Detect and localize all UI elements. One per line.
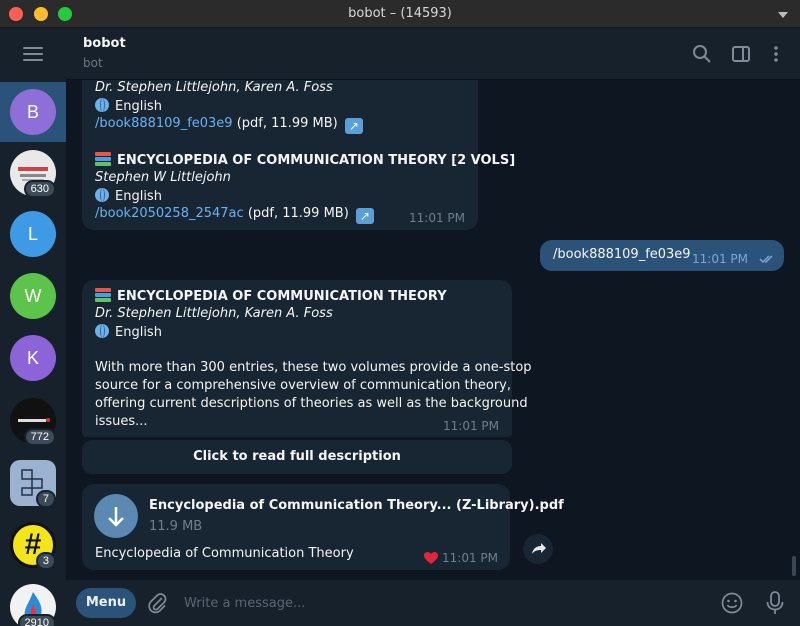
chat-title[interactable]: bobot: [83, 36, 126, 51]
read-full-description-button[interactable]: Click to read full description: [82, 440, 512, 474]
book-link-row: /book888109_fe03e9 (pdf, 11.99 MB) ↗: [95, 116, 363, 134]
bot-menu-button[interactable]: Menu: [76, 588, 136, 618]
window-menu-chevron-icon[interactable]: [778, 12, 788, 18]
unread-badge: 630: [23, 180, 56, 198]
message-text: /book888109_fe03e9: [553, 247, 691, 262]
hamburger-menu-icon[interactable]: [23, 47, 43, 61]
globe-icon: [95, 188, 109, 202]
forward-arrow-icon: [532, 543, 546, 554]
heart-reaction-icon[interactable]: [424, 552, 438, 565]
description-line: offering current descriptions of theorie…: [95, 396, 528, 411]
file-size: 11.9 MB: [149, 519, 203, 534]
file-name[interactable]: Encyclopedia of Communication Theory... …: [149, 498, 564, 513]
message-input[interactable]: [184, 594, 704, 612]
message-language: English: [95, 98, 162, 114]
chat-item-b[interactable]: B: [10, 89, 56, 135]
description-line: With more than 300 entries, these two vo…: [95, 360, 532, 375]
microphone-icon[interactable]: [765, 591, 785, 615]
incoming-message-bubble: Dr. Stephen Littlejohn, Karen A. Foss En…: [82, 80, 515, 230]
download-arrow-icon: [108, 507, 124, 527]
chat-item-7[interactable]: 7: [10, 460, 56, 508]
chat-item-9[interactable]: 2910: [10, 584, 56, 626]
message-time: 11:01 PM: [692, 252, 748, 266]
telegram-window: bobot – (14593) B 630 L W K 772 7 # 3 29…: [0, 0, 800, 626]
chat-item-6[interactable]: 772: [10, 398, 56, 446]
message-time: 11:01 PM: [442, 551, 498, 565]
avatar: K: [10, 335, 56, 381]
chat-item-k[interactable]: K: [10, 335, 56, 381]
avatar: B: [10, 89, 56, 135]
unread-badge: 7: [35, 490, 56, 508]
title-bar: bobot – (14593): [0, 0, 800, 28]
message-composer: Menu: [66, 580, 800, 626]
unread-badge: 2910: [17, 614, 56, 626]
open-link-arrow-icon[interactable]: ↗: [355, 208, 374, 224]
chat-header: bobot bot: [66, 28, 800, 80]
book-link-row: /book2050258_2547ac (pdf, 11.99 MB) ↗: [95, 206, 374, 224]
open-link-arrow-icon[interactable]: ↗: [344, 118, 363, 134]
message-language: English: [95, 188, 162, 204]
message-language: English: [95, 324, 162, 340]
window-title: bobot – (14593): [348, 6, 452, 21]
search-icon[interactable]: [692, 44, 712, 64]
message-time: 11:01 PM: [443, 419, 499, 433]
chat-status: bot: [83, 56, 103, 70]
books-icon: [95, 152, 111, 166]
book-title: ENCYCLOPEDIA OF COMMUNICATION THEORY [2 …: [95, 152, 515, 168]
message-time: 11:01 PM: [409, 211, 465, 225]
books-icon: [95, 288, 111, 302]
forward-button[interactable]: [523, 534, 553, 564]
book-title: ENCYCLOPEDIA OF COMMUNICATION THEORY: [95, 288, 447, 304]
chat-item-l[interactable]: L: [10, 211, 56, 257]
description-line: source for a comprehensive overview of c…: [95, 378, 512, 393]
chat-item-w[interactable]: W: [10, 273, 56, 319]
download-button[interactable]: [94, 494, 138, 538]
message-author: Stephen W Littlejohn: [95, 170, 231, 185]
message-author: Dr. Stephen Littlejohn, Karen A. Foss: [95, 80, 333, 95]
chat-list-sidebar: B 630 L W K 772 7 # 3 2910: [0, 28, 66, 626]
outgoing-message-bubble: /book888109_fe03e9 11:01 PM: [540, 240, 784, 271]
chat-item-2[interactable]: 630: [10, 150, 56, 198]
file-caption: Encyclopedia of Communication Theory: [95, 546, 354, 561]
sidebar-toggle-icon[interactable]: [731, 44, 751, 64]
unread-badge: 3: [35, 552, 56, 570]
emoji-icon[interactable]: [721, 592, 743, 614]
scrollbar-thumb[interactable]: [792, 556, 796, 576]
globe-icon: [95, 324, 109, 338]
chat-item-8[interactable]: # 3: [10, 522, 56, 570]
globe-icon: [95, 98, 109, 112]
unread-badge: 772: [23, 428, 56, 446]
file-message-bubble: Encyclopedia of Communication Theory... …: [82, 484, 564, 570]
message-area: Dr. Stephen Littlejohn, Karen A. Foss En…: [66, 80, 800, 580]
book-command-link[interactable]: /book2050258_2547ac: [95, 206, 244, 221]
avatar: L: [10, 211, 56, 257]
more-options-icon[interactable]: [766, 44, 786, 64]
incoming-message-bubble: ENCYCLOPEDIA OF COMMUNICATION THEORY Dr.…: [82, 280, 532, 437]
attach-paperclip-icon[interactable]: [148, 592, 168, 614]
message-author: Dr. Stephen Littlejohn, Karen A. Foss: [95, 306, 333, 321]
avatar: W: [10, 273, 56, 319]
book-command-link[interactable]: /book888109_fe03e9: [95, 116, 233, 131]
description-line: issues...: [95, 414, 148, 429]
double-check-read-icon: [759, 255, 773, 264]
